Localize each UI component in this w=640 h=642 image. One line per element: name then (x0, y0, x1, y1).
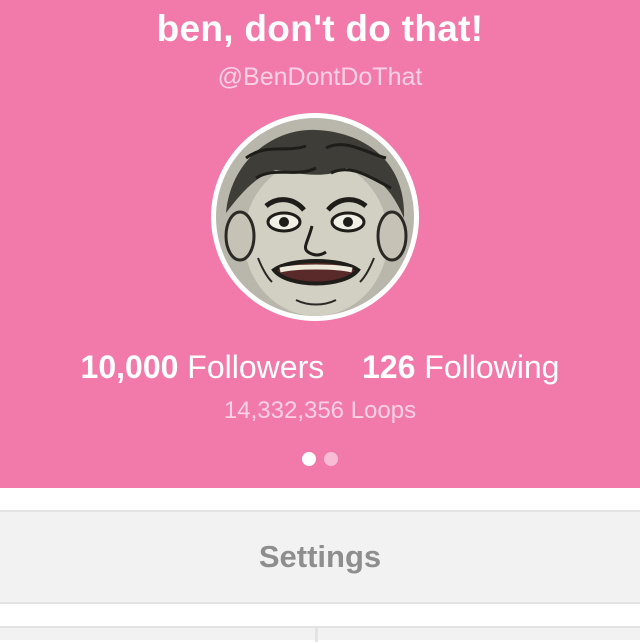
settings-label: Settings (258, 539, 382, 574)
loops-stat: 14,332,356 Loops (0, 396, 640, 426)
following-count: 126 (362, 349, 416, 385)
profile-username: @BenDontDoThat (217, 63, 423, 91)
follow-stats: 10,000 Followers 126 Following (0, 347, 640, 387)
section-spacer-bottom (0, 604, 640, 626)
page-dot-active[interactable] (302, 452, 316, 466)
section-spacer (0, 488, 640, 510)
avatar[interactable] (211, 113, 419, 321)
page-indicator[interactable] (0, 452, 640, 471)
followers-stat[interactable]: 10,000 Followers (81, 349, 334, 385)
page-dot-inactive[interactable] (324, 452, 338, 466)
loops-count: 14,332,356 (223, 397, 345, 424)
followers-label: Followers (187, 349, 325, 385)
bottom-tab-row[interactable] (0, 626, 640, 642)
following-stat[interactable]: 126 Following (353, 349, 559, 385)
profile-display-name: ben, don't do that! (156, 8, 484, 49)
followers-count: 10,000 (80, 349, 179, 385)
profile-header: ben, don't do that! @BenDontDoThat 10,00… (0, 0, 640, 488)
loops-label: Loops (350, 397, 417, 424)
following-label: Following (424, 349, 560, 385)
settings-button[interactable]: Settings (0, 510, 640, 604)
avatar-illustration-icon (216, 118, 414, 316)
